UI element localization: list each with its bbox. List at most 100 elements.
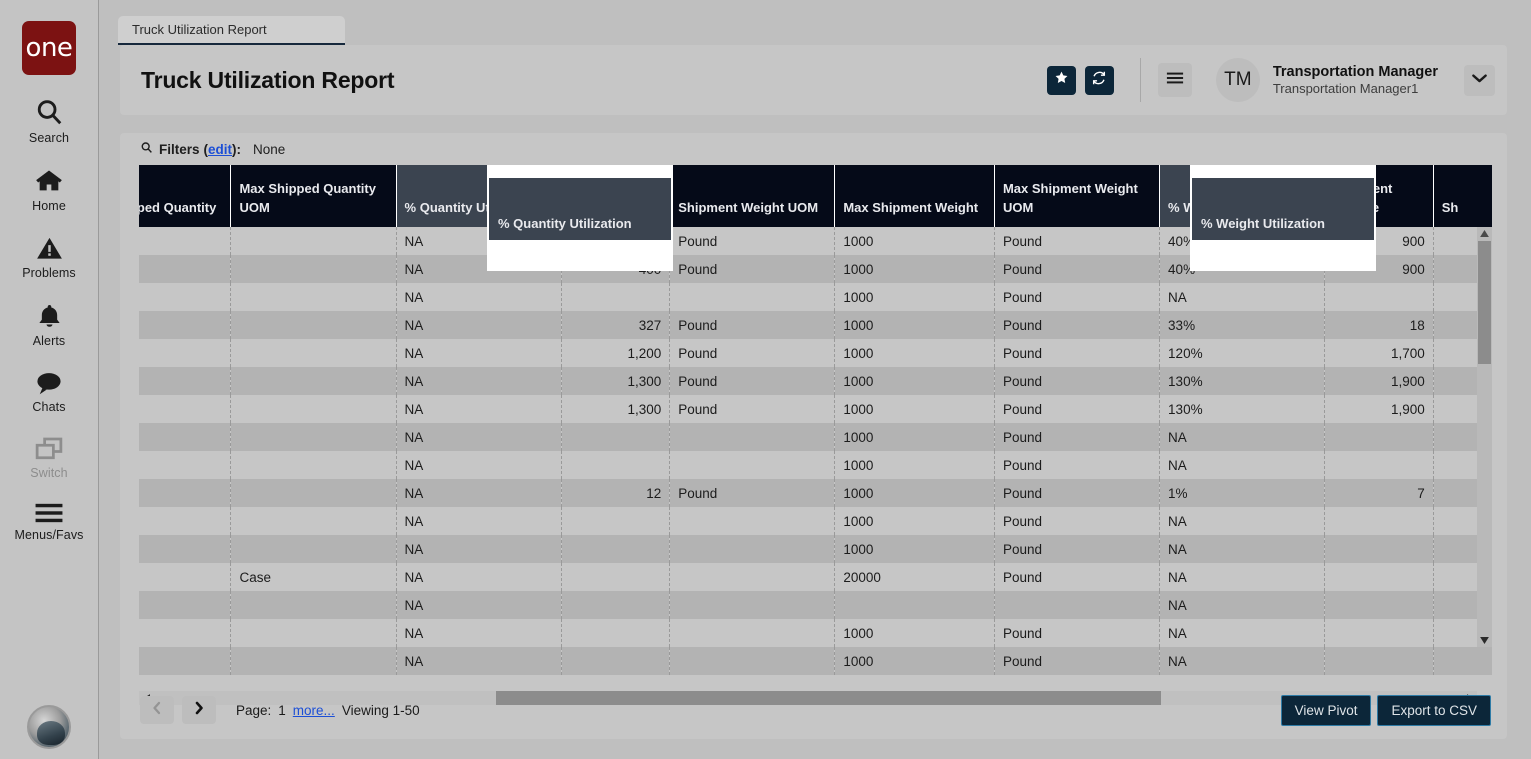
table-cell — [230, 255, 397, 283]
table-row[interactable]: 0NA327Pound1000Pound33%18 — [139, 311, 1492, 339]
sidebar-item-search[interactable]: Search — [0, 97, 99, 145]
table-cell: NA — [396, 339, 562, 367]
next-page-button[interactable] — [182, 696, 216, 724]
table-row[interactable]: 0NA1,300Pound1000Pound130%1,900 — [139, 367, 1492, 395]
column-header[interactable]: Max Shipment Weight UOM — [994, 165, 1161, 227]
table-cell — [669, 535, 836, 563]
column-header[interactable]: Max Shipped Quantity — [139, 165, 232, 227]
column-header[interactable]: Sh — [1433, 165, 1492, 227]
table-cell: 1000 — [834, 535, 995, 563]
column-header-label: Sh — [1441, 200, 1459, 216]
chat-bubble-icon — [34, 370, 64, 396]
table-cell — [561, 619, 671, 647]
table-row[interactable]: 0NA1000PoundNA — [139, 647, 1492, 675]
previous-page-button[interactable] — [140, 696, 174, 724]
table-cell — [230, 479, 397, 507]
table-row[interactable]: 0NA1000PoundNA — [139, 619, 1492, 647]
table-row[interactable]: 0NA1000PoundNA — [139, 535, 1492, 563]
data-grid[interactable]: uantity UOMMax Shipped QuantityMax Shipp… — [139, 165, 1492, 705]
table-cell — [669, 507, 836, 535]
table-row[interactable]: 0 NA NA — [139, 591, 1492, 619]
export-to-csv-button[interactable]: Export to CSV — [1377, 694, 1491, 726]
sidebar-item-label: Alerts — [32, 334, 66, 348]
table-row[interactable]: 0NA1000PoundNA — [139, 423, 1492, 451]
table-cell: Pound — [669, 311, 836, 339]
table-cell: Pound — [669, 227, 836, 255]
table-cell: 1,200 — [561, 339, 671, 367]
vertical-scrollbar[interactable] — [1477, 227, 1492, 647]
table-cell — [230, 591, 397, 619]
user-subtitle: Transportation Manager1 — [1272, 80, 1419, 96]
table-cell: NA — [396, 647, 562, 675]
filters-edit-link[interactable]: edit — [208, 142, 232, 157]
table-cell: 0 — [139, 255, 232, 283]
sidebar-item-alerts[interactable]: Alerts — [0, 302, 99, 348]
column-header[interactable]: % Weight Utilization — [1159, 165, 1326, 227]
more-pages-link[interactable]: more... — [293, 703, 335, 718]
page-number: 1 — [278, 702, 286, 718]
table-cell: 1000 — [834, 619, 995, 647]
sidebar-item-problems[interactable]: Problems — [0, 235, 99, 280]
table-row[interactable]: 0NA1000PoundNA — [139, 507, 1492, 535]
header-divider — [1139, 58, 1141, 102]
scroll-up-arrow[interactable] — [1477, 227, 1492, 240]
refresh-button[interactable] — [1084, 65, 1114, 95]
filters-colon: : — [236, 141, 242, 157]
avatar[interactable] — [27, 705, 71, 749]
column-header[interactable]: Shipment Weight — [561, 165, 671, 227]
favorite-button[interactable] — [1046, 65, 1076, 95]
table-cell: 400 — [561, 255, 671, 283]
header-menu-button[interactable] — [1157, 63, 1192, 97]
sidebar-item-chats[interactable]: Chats — [0, 370, 99, 414]
page-label: Page: — [236, 702, 272, 718]
table-cell: 1,300 — [561, 367, 671, 395]
table-row[interactable]: 0NA1000PoundNA — [139, 451, 1492, 479]
table-cell: 130% — [1159, 395, 1326, 423]
table-cell: NA — [396, 479, 562, 507]
switch-windows-icon — [34, 436, 64, 462]
table-cell: 1,900 — [1324, 395, 1434, 423]
table-row[interactable]: 0NA1,300Pound1000Pound130%1,900 — [139, 395, 1492, 423]
column-header[interactable]: % Quantity Utilization — [396, 165, 562, 227]
table-cell: 130% — [1159, 367, 1326, 395]
sidebar-item-home[interactable]: Home — [0, 167, 99, 213]
tab-truck-utilization-report[interactable]: Truck Utilization Report — [118, 16, 345, 45]
table-row[interactable]: 0NA400Pound1000Pound40%900 — [139, 227, 1492, 255]
table-cell — [230, 507, 397, 535]
table-cell — [561, 283, 671, 311]
table-cell: Pound — [994, 255, 1161, 283]
table-cell: Pound — [994, 283, 1161, 311]
table-cell: 327 — [561, 311, 671, 339]
vertical-scrollbar-thumb[interactable] — [1478, 241, 1491, 364]
column-header[interactable]: Shipment Volume — [1324, 165, 1434, 227]
table-cell: 40% — [1159, 227, 1326, 255]
one-logo[interactable]: one — [22, 21, 76, 75]
table-row[interactable]: 100CaseNA20000PoundNA — [139, 563, 1492, 591]
table-cell: Pound — [994, 619, 1161, 647]
table-cell: Pound — [994, 535, 1161, 563]
table-row[interactable]: 0NA400Pound1000Pound40%900 — [139, 255, 1492, 283]
view-pivot-button[interactable]: View Pivot — [1280, 694, 1372, 726]
table-row[interactable]: 0NA1000PoundNA — [139, 283, 1492, 311]
table-cell: NA — [1159, 591, 1326, 619]
filters-value: None — [253, 141, 286, 157]
user-menu-button[interactable] — [1464, 64, 1495, 96]
table-cell: NA — [396, 227, 562, 255]
column-header[interactable]: Max Shipped Quantity UOM — [230, 165, 397, 227]
table-row[interactable]: 0NA12Pound1000Pound1%7 — [139, 479, 1492, 507]
table-row[interactable]: 0NA1,200Pound1000Pound120%1,700 — [139, 339, 1492, 367]
table-cell: 1,300 — [561, 395, 671, 423]
table-cell: Pound — [994, 395, 1161, 423]
table-cell — [230, 339, 397, 367]
column-header[interactable]: Max Shipment Weight — [834, 165, 995, 227]
sidebar-item-switch[interactable]: Switch — [0, 436, 99, 480]
table-cell: 0 — [139, 227, 232, 255]
sidebar-item-menus-favs[interactable]: Menus/Favs — [0, 502, 99, 542]
scroll-down-arrow[interactable] — [1477, 634, 1492, 647]
bell-icon — [36, 302, 63, 330]
table-cell: 0 — [139, 479, 232, 507]
column-header[interactable]: Shipment Weight UOM — [669, 165, 836, 227]
table-cell: 0 — [139, 647, 232, 675]
user-avatar[interactable]: TM — [1215, 58, 1260, 102]
tab-label: Truck Utilization Report — [132, 22, 267, 37]
